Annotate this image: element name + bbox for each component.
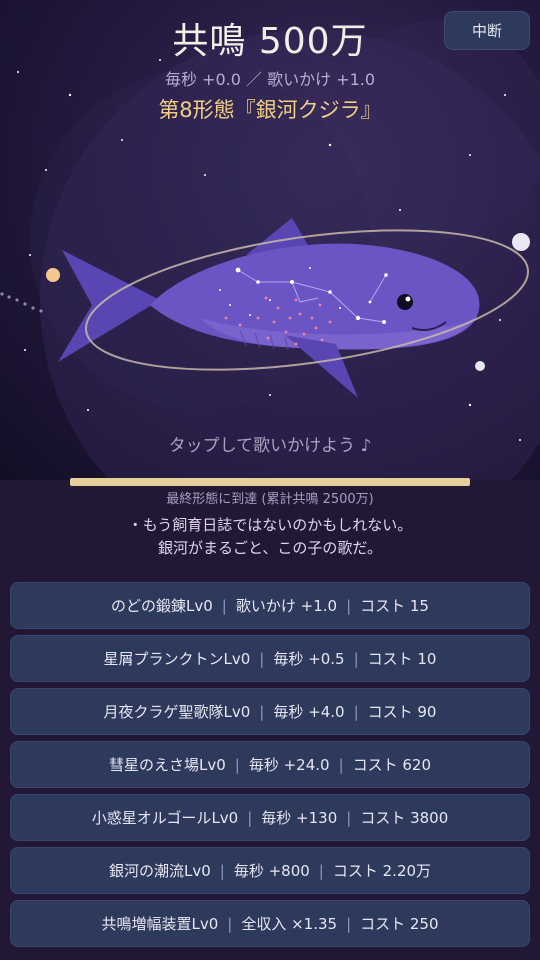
upgrade-cost: コスト 620 [352, 756, 432, 774]
upgrade-button-galaxy-current[interactable]: 銀河の潮流 Lv0 | 毎秒 +800 | コスト 2.20万 [10, 847, 530, 894]
upgrade-name: 小惑星オルゴール [91, 809, 212, 827]
planet-icon [46, 268, 60, 282]
diary-text: ・もう飼育日誌ではないのかもしれない。 銀河がまるごと、この子の歌だ。 [0, 514, 540, 560]
upgrade-cost: コスト 3800 [360, 809, 449, 827]
resonance-value: 500万 [258, 21, 368, 62]
moon-icon [475, 361, 485, 371]
upgrade-button-asteroid-music-box[interactable]: 小惑星オルゴール Lv0 | 毎秒 +130 | コスト 3800 [10, 794, 530, 841]
upgrade-button-throat-training[interactable]: のどの鍛錬 Lv0 | 歌いかけ +1.0 | コスト 15 [10, 582, 530, 629]
upgrade-level: Lv0 [211, 808, 239, 827]
resonance-label: 共鳴 [172, 21, 247, 62]
tap-hint: タップして歌いかけよう ♪ [168, 436, 372, 456]
diary-line: ・もう飼育日誌ではないのかもしれない。 [127, 516, 413, 534]
upgrade-name: 星屑プランクトン [103, 650, 224, 668]
upgrade-name: 月夜クラゲ聖歌隊 [103, 703, 224, 721]
upgrade-level: Lv0 [198, 755, 226, 774]
upgrade-cost: コスト 2.20万 [332, 862, 432, 880]
upgrade-level: Lv0 [223, 702, 251, 721]
evolution-progress-bar [70, 478, 470, 486]
upgrade-list: のどの鍛錬 Lv0 | 歌いかけ +1.0 | コスト 15 星屑プランクトン Lv0 |… [10, 582, 530, 953]
upgrade-effect: 毎秒 +0.5 [273, 650, 345, 668]
upgrade-effect: 歌いかけ +1.0 [235, 597, 338, 615]
pause-button[interactable]: 中断 [444, 11, 530, 50]
upgrade-button-stardust-plankton[interactable]: 星屑プランクトン Lv0 | 毎秒 +0.5 | コスト 10 [10, 635, 530, 682]
form-title: 第8形態『銀河クジラ』 [158, 98, 382, 122]
upgrade-cost: コスト 15 [360, 597, 429, 615]
upgrade-button-jellyfish-choir[interactable]: 月夜クラゲ聖歌隊 Lv0 | 毎秒 +4.0 | コスト 90 [10, 688, 530, 735]
upgrade-effect: 毎秒 +800 [233, 862, 310, 880]
upgrade-button-comet-feeding[interactable]: 彗星のえさ場 Lv0 | 毎秒 +24.0 | コスト 620 [10, 741, 530, 788]
upgrade-level: Lv0 [183, 861, 211, 880]
rates-text: 毎秒 +0.0 ／ 歌いかけ +1.0 [164, 70, 376, 89]
upgrade-level: Lv0 [186, 596, 213, 615]
diary-line: 銀河がまるごと、この子の歌だ。 [158, 539, 382, 557]
upgrade-cost: コスト 10 [367, 650, 437, 668]
upgrade-cost: コスト 250 [360, 915, 439, 933]
upgrade-effect: 全収入 ×1.35 [241, 915, 338, 933]
progress-label: 最終形態に到達 (累計共鳴 2500万) [166, 492, 374, 507]
upgrade-name: のどの鍛錬 [111, 597, 187, 615]
planet-icon [512, 233, 530, 251]
upgrade-effect: 毎秒 +24.0 [248, 756, 330, 774]
upgrade-name: 共鳴増幅装置 [101, 915, 192, 933]
upgrade-level: Lv0 [223, 649, 251, 668]
progress-fill [70, 478, 470, 486]
upgrade-name: 銀河の潮流 [108, 862, 184, 880]
upgrade-effect: 毎秒 +4.0 [273, 703, 345, 721]
play-area[interactable]: 共鳴 500万 毎秒 +0.0 ／ 歌いかけ +1.0 第8形態『銀河クジラ』 … [0, 0, 540, 480]
upgrade-name: 彗星のえさ場 [108, 756, 199, 774]
comet-trail [0, 292, 43, 313]
upgrade-effect: 毎秒 +130 [261, 809, 338, 827]
upgrade-button-resonance-amplifier[interactable]: 共鳴増幅装置 Lv0 | 全収入 ×1.35 | コスト 250 [10, 900, 530, 947]
upgrade-cost: コスト 90 [367, 703, 437, 721]
upgrade-level: Lv0 [191, 914, 219, 933]
